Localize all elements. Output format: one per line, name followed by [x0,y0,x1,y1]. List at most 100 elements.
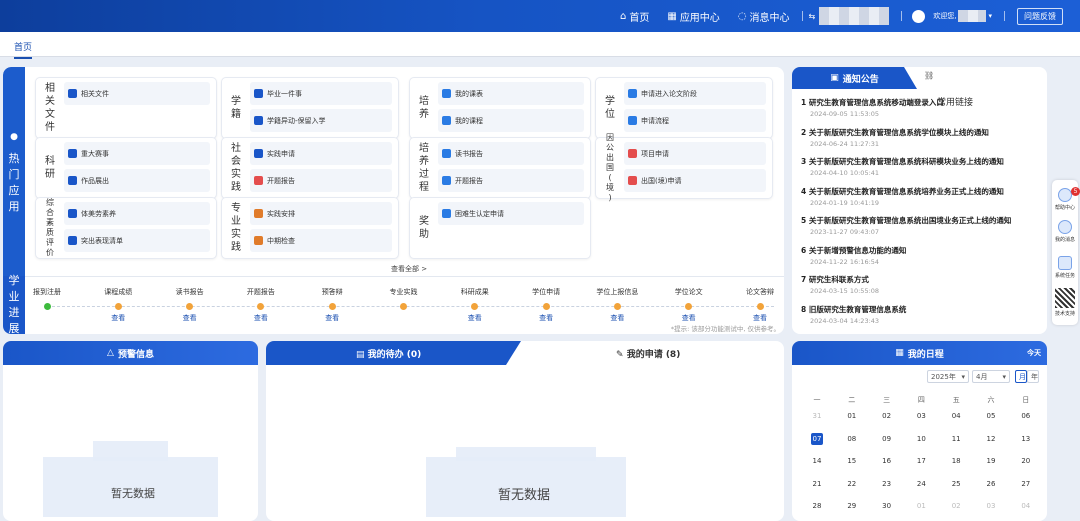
app-item[interactable]: 中期检查 [250,229,392,252]
notice-item[interactable]: 8 旧版研究生教育管理信息系统 2024-03-04 14:23:43 [801,304,906,325]
progress-view-link[interactable]: 查看 [164,313,216,323]
tab-notice[interactable]: ▣ 通知公告 [792,67,917,89]
app-item[interactable]: 读书报告 [438,142,584,165]
calendar-day[interactable]: 23 [874,480,900,488]
avatar[interactable] [912,9,926,23]
progress-view-link[interactable]: 查看 [306,313,358,323]
app-item[interactable]: 项目申请 [624,142,766,165]
app-item[interactable]: 学籍异动-保留入学 [250,109,392,132]
calendar-day[interactable]: 02 [874,412,900,420]
app-card: 培养 我的课表 我的课程 [409,77,591,139]
today-button[interactable]: 今天 [1027,348,1041,358]
mode-month-button[interactable]: 月 [1015,370,1027,383]
calendar-day[interactable]: 25 [943,480,969,488]
progress-view-link[interactable]: 查看 [520,313,572,323]
app-icon [68,236,77,245]
notice-item[interactable]: 2 关于新版研究生教育管理信息系统学位模块上线的通知 2024-06-24 11:… [801,127,989,148]
calendar-day[interactable]: 24 [908,480,934,488]
see-all-link[interactable]: 查看全部 > [391,264,427,274]
calendar-day[interactable]: 04 [1013,502,1039,510]
app-item[interactable]: 体美劳素养 [64,202,210,225]
calendar-day[interactable]: 07 [811,432,823,445]
progress-view-link[interactable]: 查看 [591,313,643,323]
app-item[interactable]: 困难生认定申请 [438,202,584,225]
notice-item[interactable]: 3 关于新版研究生教育管理信息系统科研模块业务上线的通知 2024-04-10 1… [801,156,1004,177]
calendar-day[interactable]: 14 [804,457,830,465]
nav-home[interactable]: ⌂ 首页 [620,9,649,24]
calendar-day[interactable]: 10 [908,435,934,443]
nav-message-center[interactable]: ◌ 消息中心 [738,9,790,24]
calendar-day[interactable]: 28 [804,502,830,510]
app-item[interactable]: 我的课表 [438,82,584,105]
calendar-day[interactable]: 31 [804,412,830,420]
app-item[interactable]: 突出表现清单 [64,229,210,252]
calendar-day[interactable]: 11 [943,435,969,443]
calendar-day[interactable]: 22 [839,480,865,488]
app-item[interactable]: 毕业一件事 [250,82,392,105]
notice-item[interactable]: 7 研究生科联系方式 2024-03-15 10:55:08 [801,274,879,295]
app-item[interactable]: 开题报告 [438,169,584,192]
app-item[interactable]: 申请流程 [624,109,766,132]
month-select[interactable]: 4月 ▾ [972,370,1010,383]
calendar-day[interactable]: 03 [978,502,1004,510]
progress-view-link[interactable]: 查看 [734,313,784,323]
notice-item[interactable]: 1 研究生教育管理信息系统移动端登录入口 2024-09-05 11:53:05 [801,97,944,118]
app-item-label: 出国(境)申请 [641,176,682,185]
app-icon [254,176,263,185]
app-item[interactable]: 开题报告 [250,169,392,192]
app-item-label: 开题报告 [267,176,295,185]
calendar-day[interactable]: 13 [1013,435,1039,443]
app-item-label: 我的课程 [455,116,483,125]
calendar-day[interactable]: 17 [908,457,934,465]
link-icon[interactable]: ⛓ [924,71,934,80]
calendar-day[interactable]: 18 [943,457,969,465]
mode-year-button[interactable]: 年 [1027,370,1039,383]
app-item[interactable]: 实践安排 [250,202,392,225]
calendar-day[interactable]: 01 [839,412,865,420]
progress-view-link[interactable]: 查看 [92,313,144,323]
app-item[interactable]: 重大赛事 [64,142,210,165]
notice-item[interactable]: 5 关于新版研究生教育管理信息系统出国境业务正式上线的通知 2023-11-27 … [801,215,1011,236]
calendar-day[interactable]: 15 [839,457,865,465]
calendar-day[interactable]: 19 [978,457,1004,465]
my-messages-button[interactable]: 我的消息 [1052,220,1078,243]
calendar-day[interactable]: 05 [978,412,1004,420]
notice-item[interactable]: 6 关于新增预警信息功能的通知 2024-11-22 16:16:54 [801,245,906,266]
calendar-day[interactable]: 09 [874,435,900,443]
calendar-day[interactable]: 12 [978,435,1004,443]
app-icon [442,116,451,125]
calendar-day[interactable]: 30 [874,502,900,510]
feedback-button[interactable]: 问题反馈 [1017,7,1063,25]
calendar-day[interactable]: 06 [1013,412,1039,420]
calendar-day[interactable]: 16 [874,457,900,465]
calendar-day[interactable]: 02 [943,502,969,510]
app-item[interactable]: 相关文件 [64,82,210,105]
app-item[interactable]: 出国(境)申请 [624,169,766,192]
calendar-day[interactable]: 01 [908,502,934,510]
nav-app-center[interactable]: ▦ 应用中心 [667,9,719,24]
calendar-day[interactable]: 29 [839,502,865,510]
calendar-day[interactable]: 08 [839,435,865,443]
year-select[interactable]: 2025年 ▾ [927,370,969,383]
calendar-day[interactable]: 27 [1013,480,1039,488]
calendar-day[interactable]: 04 [943,412,969,420]
app-item[interactable]: 申请进入论文阶段 [624,82,766,105]
tech-support-button[interactable]: 技术支持 [1052,288,1078,317]
progress-view-link[interactable]: 查看 [235,313,287,323]
calendar-day[interactable]: 26 [978,480,1004,488]
tab-apply[interactable]: ✎ 我的申请 (8) [616,347,680,360]
progress-view-link[interactable]: 查看 [663,313,715,323]
calendar-day[interactable]: 20 [1013,457,1039,465]
calendar-day[interactable]: 03 [908,412,934,420]
tab-home[interactable]: 首页 [14,40,33,59]
notice-item[interactable]: 4 关于新版研究生教育管理信息系统培养业务正式上线的通知 2024-01-19 1… [801,186,1004,207]
chevron-down-icon[interactable]: ▾ [988,12,992,20]
app-category-label: 专业实践 [231,203,241,253]
system-tasks-button[interactable]: 系统任务 [1052,256,1078,279]
calendar-day[interactable]: 21 [804,480,830,488]
app-item[interactable]: 我的课程 [438,109,584,132]
progress-view-link[interactable]: 查看 [449,313,501,323]
app-item[interactable]: 作品展出 [64,169,210,192]
app-item[interactable]: 实践申请 [250,142,392,165]
tab-todo[interactable]: ▤ 我的待办 (0) [356,347,421,360]
